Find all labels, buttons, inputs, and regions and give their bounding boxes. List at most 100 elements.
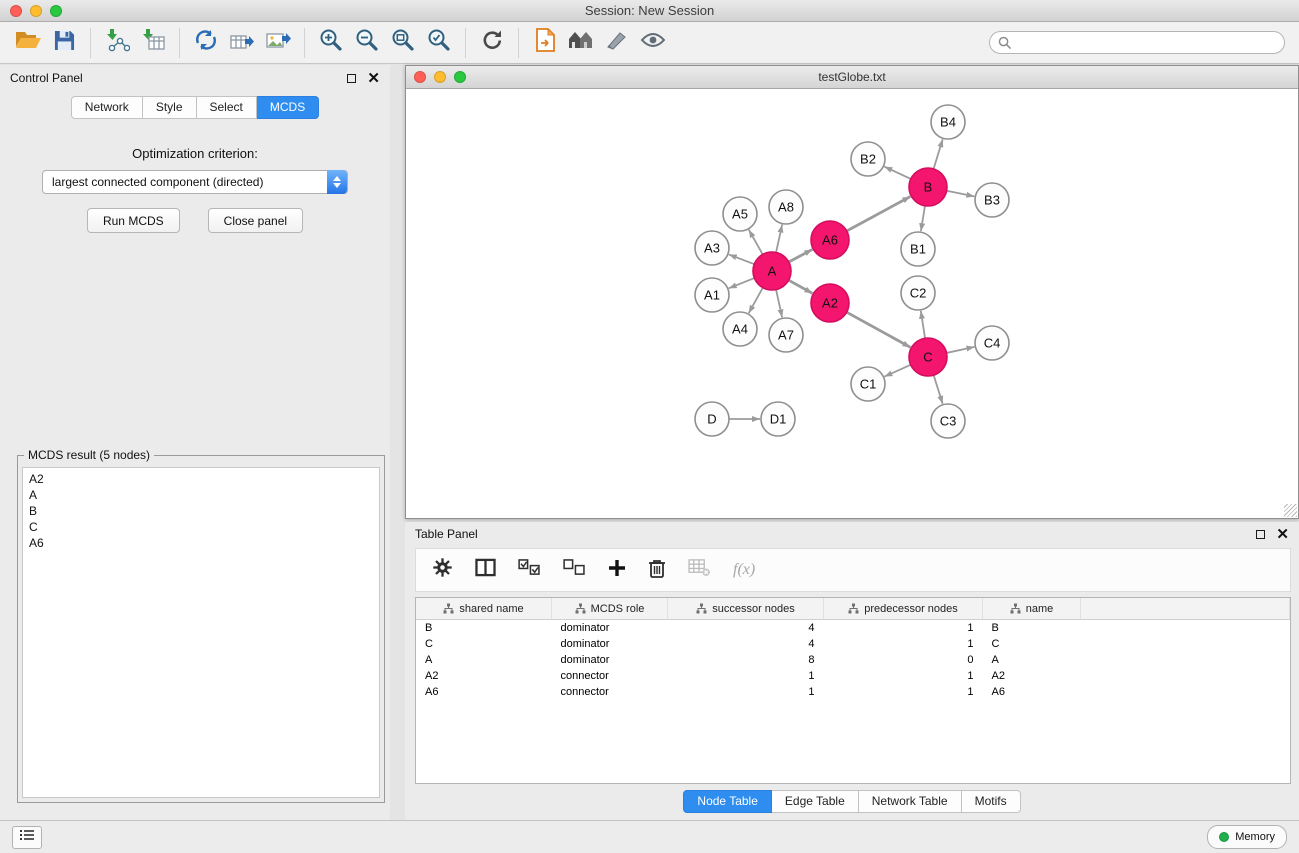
network-node-C3[interactable]: C3 bbox=[931, 404, 965, 438]
zoom-window-button[interactable] bbox=[50, 5, 62, 17]
tab-style[interactable]: Style bbox=[143, 96, 197, 119]
table-cell[interactable]: 4 bbox=[668, 636, 824, 652]
zoom-fit-button[interactable] bbox=[385, 27, 421, 59]
network-node-A7[interactable]: A7 bbox=[769, 318, 803, 352]
network-edge-C-C1[interactable] bbox=[884, 365, 910, 377]
zoom-in-button[interactable] bbox=[313, 27, 349, 59]
select-all-button[interactable] bbox=[518, 559, 541, 581]
network-node-A8[interactable]: A8 bbox=[769, 190, 803, 224]
column-header-MCDS-role[interactable]: MCDS role bbox=[552, 598, 668, 620]
table-cell[interactable]: dominator bbox=[552, 652, 668, 668]
new-network-from-selection-button[interactable] bbox=[527, 27, 563, 59]
resize-grip[interactable] bbox=[1284, 504, 1297, 517]
save-session-button[interactable] bbox=[46, 27, 82, 59]
float-panel-icon[interactable] bbox=[1256, 530, 1265, 539]
network-edge-A-A3[interactable] bbox=[729, 254, 754, 264]
import-table-button[interactable] bbox=[135, 27, 171, 59]
network-edge-A-A8[interactable] bbox=[776, 225, 782, 253]
column-header-name[interactable]: name bbox=[983, 598, 1081, 620]
table-cell[interactable]: connector bbox=[552, 668, 668, 684]
table-cell[interactable]: A bbox=[983, 652, 1081, 668]
export-network-button[interactable] bbox=[188, 27, 224, 59]
mcds-result-item[interactable]: B bbox=[23, 503, 379, 519]
network-edge-A-A5[interactable] bbox=[749, 230, 763, 255]
network-node-B3[interactable]: B3 bbox=[975, 183, 1009, 217]
mcds-result-item[interactable]: A6 bbox=[23, 535, 379, 551]
table-cell[interactable]: 1 bbox=[824, 684, 983, 700]
network-node-A2[interactable]: A2 bbox=[811, 284, 849, 322]
network-node-A5[interactable]: A5 bbox=[723, 197, 757, 231]
table-cell[interactable]: dominator bbox=[552, 636, 668, 652]
mcds-result-item[interactable]: A2 bbox=[23, 471, 379, 487]
mcds-result-item[interactable]: C bbox=[23, 519, 379, 535]
table-cell[interactable]: B bbox=[983, 620, 1081, 637]
network-node-B2[interactable]: B2 bbox=[851, 142, 885, 176]
close-network-window-button[interactable] bbox=[414, 71, 426, 83]
tab-network[interactable]: Network bbox=[71, 96, 143, 119]
table-cell[interactable]: 1 bbox=[824, 636, 983, 652]
network-edge-A-A7[interactable] bbox=[776, 290, 782, 318]
table-cell[interactable]: B bbox=[416, 620, 552, 637]
table-cell[interactable]: dominator bbox=[552, 620, 668, 637]
import-network-button[interactable] bbox=[99, 27, 135, 59]
table-cell[interactable]: connector bbox=[552, 684, 668, 700]
zoom-network-window-button[interactable] bbox=[454, 71, 466, 83]
network-edge-A-A6[interactable] bbox=[789, 249, 813, 262]
network-edge-A-A4[interactable] bbox=[749, 288, 763, 314]
network-edge-C-C4[interactable] bbox=[947, 347, 975, 353]
table-cell[interactable]: 1 bbox=[668, 668, 824, 684]
table-cell[interactable]: A2 bbox=[983, 668, 1081, 684]
network-node-D[interactable]: D bbox=[695, 402, 729, 436]
table-cell[interactable]: C bbox=[983, 636, 1081, 652]
network-node-C2[interactable]: C2 bbox=[901, 276, 935, 310]
tab-motifs[interactable]: Motifs bbox=[962, 790, 1021, 813]
tab-mcds[interactable]: MCDS bbox=[257, 96, 319, 119]
create-column-button[interactable] bbox=[608, 559, 626, 582]
table-cell[interactable]: 0 bbox=[824, 652, 983, 668]
network-edge-B-B2[interactable] bbox=[884, 167, 910, 179]
network-node-A6[interactable]: A6 bbox=[811, 221, 849, 259]
search-input[interactable] bbox=[989, 31, 1285, 54]
table-cell[interactable]: 1 bbox=[668, 684, 824, 700]
close-panel-icon[interactable]: ✕ bbox=[1276, 527, 1289, 542]
table-cell[interactable]: 4 bbox=[668, 620, 824, 637]
deselect-all-button[interactable] bbox=[563, 559, 586, 581]
network-svg[interactable]: B4B2BB3A5A8A6A3B1AC2A1A2A4A7C4CC1DD1C3 bbox=[406, 89, 1298, 518]
minimize-network-window-button[interactable] bbox=[434, 71, 446, 83]
run-mcds-button[interactable]: Run MCDS bbox=[87, 208, 180, 233]
zoom-selected-button[interactable] bbox=[421, 27, 457, 59]
network-node-C1[interactable]: C1 bbox=[851, 367, 885, 401]
network-edge-C-C2[interactable] bbox=[921, 311, 925, 338]
function-builder-button[interactable]: f(x) bbox=[733, 561, 755, 579]
task-history-button[interactable] bbox=[12, 826, 42, 849]
network-edge-C-C3[interactable] bbox=[934, 375, 943, 404]
mcds-result-item[interactable]: A bbox=[23, 487, 379, 503]
network-edge-B-B4[interactable] bbox=[934, 139, 943, 169]
column-header-successor-nodes[interactable]: successor nodes bbox=[668, 598, 824, 620]
delete-table-button[interactable] bbox=[688, 558, 711, 582]
network-canvas[interactable]: B4B2BB3A5A8A6A3B1AC2A1A2A4A7C4CC1DD1C3 bbox=[406, 89, 1298, 518]
export-image-button[interactable] bbox=[260, 27, 296, 59]
table-cell[interactable]: A bbox=[416, 652, 552, 668]
table-row[interactable]: Cdominator41C bbox=[416, 636, 1290, 652]
network-edge-B-B3[interactable] bbox=[947, 191, 975, 197]
graphics-details-button[interactable] bbox=[635, 27, 671, 59]
network-edge-A-A2[interactable] bbox=[789, 280, 813, 293]
column-header-predecessor-nodes[interactable]: predecessor nodes bbox=[824, 598, 983, 620]
table-settings-button[interactable] bbox=[432, 557, 453, 583]
memory-button[interactable]: Memory bbox=[1207, 825, 1287, 849]
network-node-A1[interactable]: A1 bbox=[695, 278, 729, 312]
delete-column-button[interactable] bbox=[648, 558, 666, 583]
table-cell[interactable]: 1 bbox=[824, 668, 983, 684]
float-panel-icon[interactable] bbox=[347, 74, 356, 83]
close-panel-icon[interactable]: ✕ bbox=[367, 71, 380, 86]
table-cell[interactable]: C bbox=[416, 636, 552, 652]
table-cell[interactable]: 1 bbox=[824, 620, 983, 637]
tab-node-table[interactable]: Node Table bbox=[683, 790, 772, 813]
open-session-button[interactable] bbox=[10, 27, 46, 59]
network-node-A3[interactable]: A3 bbox=[695, 231, 729, 265]
zoom-out-button[interactable] bbox=[349, 27, 385, 59]
table-cell[interactable]: 8 bbox=[668, 652, 824, 668]
apply-layout-button[interactable] bbox=[474, 27, 510, 59]
tab-network-table[interactable]: Network Table bbox=[859, 790, 962, 813]
